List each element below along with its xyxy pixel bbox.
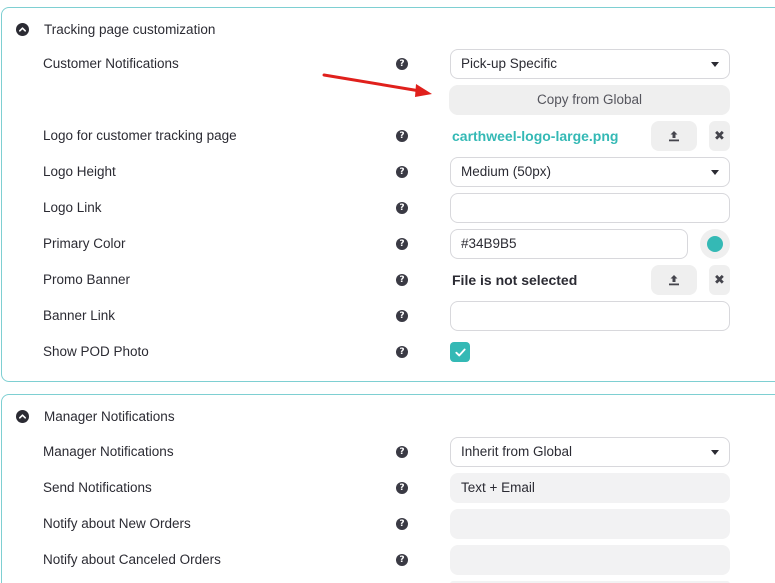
help-icon[interactable]: ? [396,58,408,70]
primary-color-row: Primary Color ? #34B9B5 [0,228,775,260]
selected-value: Medium (50px) [461,164,552,179]
notify-new-orders-row: Notify about New Orders ? [0,508,775,540]
help-icon[interactable]: ? [396,346,408,358]
section-title: Tracking page customization [44,21,216,37]
chevron-up-icon[interactable] [16,22,29,36]
logo-row: Logo for customer tracking page ? carthw… [0,120,775,152]
logo-link-input[interactable] [450,193,730,223]
promo-banner-label: Promo Banner [43,272,131,287]
logo-height-row: Logo Height ? Medium (50px) [0,156,775,188]
banner-link-row: Banner Link ? [0,300,775,332]
upload-logo-button[interactable] [651,121,697,151]
primary-color-label: Primary Color [43,236,126,251]
help-icon[interactable]: ? [396,130,408,142]
help-icon[interactable]: ? [396,202,408,214]
section-title: Manager Notifications [44,408,175,424]
manager-notifications-label: Manager Notifications [43,444,174,459]
logo-label: Logo for customer tracking page [43,128,237,143]
chevron-up-icon[interactable] [16,409,29,423]
notify-canceled-orders-row: Notify about Canceled Orders ? [0,544,775,576]
notify-new-orders-field [450,509,730,539]
upload-icon [669,131,679,142]
upload-icon [669,275,679,286]
chevron-down-icon [711,450,719,455]
banner-link-label: Banner Link [43,308,116,323]
send-notifications-field: Text + Email [450,473,730,503]
promo-banner-row: Promo Banner ? File is not selected ✖ [0,264,775,296]
remove-banner-button[interactable]: ✖ [709,265,730,295]
tracking-section-header[interactable]: Tracking page customization [16,20,215,38]
checkmark-icon [454,348,466,356]
customer-notifications-label: Customer Notifications [43,56,179,71]
send-notifications-row: Send Notifications ? Text + Email [0,472,775,504]
show-pod-photo-checkbox[interactable] [450,342,470,362]
close-icon: ✖ [714,128,725,144]
logo-file-name[interactable]: carthweel-logo-large.png [452,120,618,152]
help-icon[interactable]: ? [396,310,408,322]
close-icon: ✖ [714,272,725,288]
help-icon[interactable]: ? [396,238,408,250]
show-pod-photo-label: Show POD Photo [43,344,149,359]
remove-logo-button[interactable]: ✖ [709,121,730,151]
copy-from-global-button[interactable]: Copy from Global [449,85,730,115]
show-pod-photo-row: Show POD Photo ? [0,336,775,368]
notify-new-orders-label: Notify about New Orders [43,516,191,531]
banner-link-input[interactable] [450,301,730,331]
logo-link-row: Logo Link ? [0,192,775,224]
manager-notifications-row: Manager Notifications ? Inherit from Glo… [0,436,775,468]
promo-banner-file-status: File is not selected [452,272,578,288]
upload-banner-button[interactable] [651,265,697,295]
color-swatch [707,236,723,252]
help-icon[interactable]: ? [396,482,408,494]
color-picker-button[interactable] [700,229,730,259]
selected-value: Pick-up Specific [461,56,558,71]
logo-height-select[interactable]: Medium (50px) [450,157,730,187]
manager-section-header[interactable]: Manager Notifications [16,407,175,425]
manager-notifications-select[interactable]: Inherit from Global [450,437,730,467]
notify-canceled-orders-field [450,545,730,575]
chevron-down-icon [711,62,719,67]
send-notifications-label: Send Notifications [43,480,152,495]
primary-color-input[interactable]: #34B9B5 [450,229,688,259]
red-arrow-annotation [322,73,432,97]
help-icon[interactable]: ? [396,166,408,178]
help-icon[interactable]: ? [396,518,408,530]
customer-notifications-select[interactable]: Pick-up Specific [450,49,730,79]
notify-canceled-orders-label: Notify about Canceled Orders [43,552,221,567]
logo-height-label: Logo Height [43,164,116,179]
help-icon[interactable]: ? [396,554,408,566]
chevron-down-icon [711,170,719,175]
help-icon[interactable]: ? [396,446,408,458]
help-icon[interactable]: ? [396,274,408,286]
selected-value: Inherit from Global [461,444,573,459]
logo-link-label: Logo Link [43,200,102,215]
